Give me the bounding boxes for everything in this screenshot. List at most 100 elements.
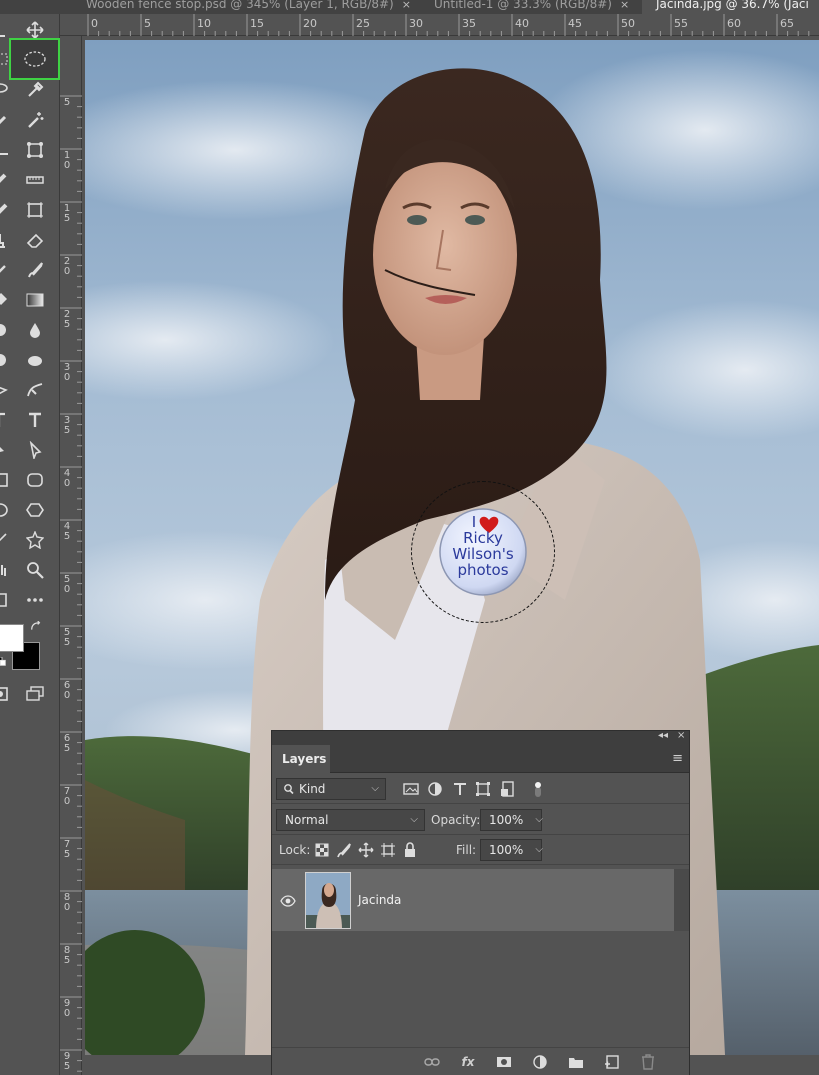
lock-pixels-icon[interactable] (336, 842, 352, 858)
close-panel-icon[interactable]: × (677, 730, 685, 741)
ruler-label: 25 (356, 17, 370, 30)
type-tool-icon[interactable] (23, 408, 47, 432)
new-layer-icon[interactable] (604, 1054, 620, 1070)
filter-shape-icon[interactable] (475, 781, 491, 797)
move-tool-icon[interactable] (23, 18, 47, 42)
vertical-type-tool-icon[interactable] (0, 408, 12, 432)
direct-selection-tool-icon[interactable] (23, 438, 47, 462)
healing-brush-tool-icon[interactable] (0, 168, 12, 192)
tab-jacinda[interactable]: Jacinda.jpg @ 36.7% (Jaci (642, 0, 819, 14)
tab-layers[interactable]: Layers (272, 745, 330, 774)
lock-all-icon[interactable] (402, 842, 418, 858)
smudge-tool-icon[interactable] (0, 318, 12, 342)
more-tools-icon[interactable] (23, 588, 47, 612)
rotate-view-tool-icon[interactable] (0, 588, 12, 612)
chevron-down-icon: ⌵ (371, 783, 379, 794)
gradient-tool-icon[interactable] (23, 288, 47, 312)
hand-tool-icon[interactable] (0, 558, 12, 582)
sponge-tool-icon[interactable] (23, 348, 47, 372)
quick-mask-icon[interactable] (0, 682, 12, 706)
adjustment-layer-icon[interactable] (532, 1054, 548, 1070)
fill-input[interactable]: 100% ⌵ (480, 839, 543, 861)
quick-select-tool-icon[interactable] (0, 108, 12, 132)
eyedropper-tool-icon[interactable] (23, 78, 47, 102)
history-brush-tool-icon[interactable] (0, 258, 12, 282)
foreground-color-swatch[interactable] (0, 624, 24, 652)
ruler-label: 50 (621, 17, 635, 30)
filter-kind-select[interactable]: Kind ⌵ (276, 778, 386, 800)
tab-wooden-fence[interactable]: Wooden fence stop.psd @ 345% (Layer 1, R… (72, 0, 411, 14)
perspective-crop-tool-icon[interactable] (23, 138, 47, 162)
chevron-down-icon[interactable]: ⌵ (535, 840, 543, 860)
horizontal-ruler: 0 5 10 15 20 25 30 35 40 45 50 55 60 65 (60, 14, 819, 36)
ruler-label: 45 (568, 17, 582, 30)
pen-tool-icon[interactable] (0, 378, 12, 402)
rounded-rectangle-tool-icon[interactable] (23, 468, 47, 492)
filter-smart-object-icon[interactable] (500, 781, 516, 797)
lock-artboard-icon[interactable] (380, 842, 396, 858)
ellipse-tool-icon[interactable] (0, 498, 12, 522)
paint-bucket-tool-icon[interactable] (0, 288, 12, 312)
brush-tool-icon[interactable] (23, 258, 47, 282)
layer-thumbnail (305, 872, 351, 929)
blend-mode-select[interactable]: Normal ⌵ (276, 809, 425, 831)
layer-style-fx-icon[interactable]: fx (460, 1054, 476, 1070)
ruler-tool-icon[interactable] (23, 168, 47, 192)
frame-tool-icon[interactable] (23, 198, 47, 222)
link-layers-icon[interactable] (424, 1054, 440, 1070)
dodge-tool-icon[interactable] (0, 348, 12, 372)
filter-adjustment-icon[interactable] (427, 781, 443, 797)
ruler-label: 50 (63, 574, 71, 595)
lasso-tool-icon[interactable] (0, 78, 12, 102)
layer-name: Jacinda (358, 893, 402, 907)
filter-type-icon[interactable] (452, 781, 468, 797)
screen-mode-icon[interactable] (23, 682, 47, 706)
swap-colors-icon[interactable] (29, 620, 43, 634)
elliptical-marquee-tool-icon[interactable] (9, 38, 60, 80)
layers-scrollbar[interactable] (674, 869, 689, 931)
ruler-label: 85 (63, 945, 71, 966)
opacity-label: Opacity: (431, 813, 481, 827)
blend-mode-value: Normal (285, 813, 329, 827)
ruler-label: 20 (303, 17, 317, 30)
collapse-panel-icon[interactable]: ◂◂ (658, 730, 668, 741)
opacity-input[interactable]: 100% ⌵ (480, 809, 543, 831)
chevron-down-icon[interactable]: ⌵ (535, 810, 543, 830)
lock-row: Lock: Fill: 100% ⌵ (272, 835, 689, 865)
chevron-down-icon: ⌵ (410, 814, 418, 825)
lock-position-icon[interactable] (358, 842, 374, 858)
filter-pixel-icon[interactable] (403, 781, 419, 797)
crop-tool-icon[interactable] (0, 138, 12, 162)
custom-shape-tool-icon[interactable] (23, 528, 47, 552)
zoom-tool-icon[interactable] (23, 558, 47, 582)
rectangle-tool-icon[interactable] (0, 468, 12, 492)
tab-close-icon[interactable]: × (402, 0, 411, 13)
eraser-tool-icon[interactable] (23, 228, 47, 252)
blur-tool-icon[interactable] (23, 318, 47, 342)
layers-footer: fx (272, 1047, 689, 1075)
line-tool-icon[interactable] (0, 528, 12, 552)
polygon-tool-icon[interactable] (23, 498, 47, 522)
tab-untitled[interactable]: Untitled-1 @ 33.3% (RGB/8#) × (420, 0, 629, 14)
add-mask-icon[interactable] (496, 1054, 512, 1070)
layers-panel: ◂◂ × Layers ≡ Kind ⌵ Normal ⌵ Opacity: 1… (271, 730, 690, 1075)
ruler-label: 30 (63, 362, 71, 383)
path-selection-tool-icon[interactable] (0, 438, 12, 462)
layer-row[interactable]: Jacinda (272, 869, 674, 931)
artboard-tool-icon[interactable] (0, 18, 12, 42)
tab-close-icon[interactable]: × (620, 0, 629, 13)
spot-heal-tool-icon[interactable] (0, 198, 12, 222)
delete-layer-trash-icon[interactable] (640, 1054, 656, 1070)
curvature-pen-tool-icon[interactable] (23, 378, 47, 402)
filter-toggle-icon[interactable] (530, 781, 546, 797)
magic-wand-tool-icon[interactable] (23, 108, 47, 132)
lock-transparent-icon[interactable] (314, 842, 330, 858)
visibility-eye-icon[interactable] (280, 893, 296, 907)
tab-label: Wooden fence stop.psd @ 345% (Layer 1, R… (86, 0, 394, 11)
panel-menu-icon[interactable]: ≡ (672, 751, 683, 766)
clone-stamp-tool-icon[interactable] (0, 228, 12, 252)
vertical-ruler: 5 10 15 20 25 30 35 40 45 50 55 60 65 70 75 80 85 90 95 (60, 36, 82, 1075)
blend-row: Normal ⌵ Opacity: 100% ⌵ (272, 805, 689, 835)
default-colors-icon[interactable] (0, 656, 8, 668)
new-group-folder-icon[interactable] (568, 1054, 584, 1070)
